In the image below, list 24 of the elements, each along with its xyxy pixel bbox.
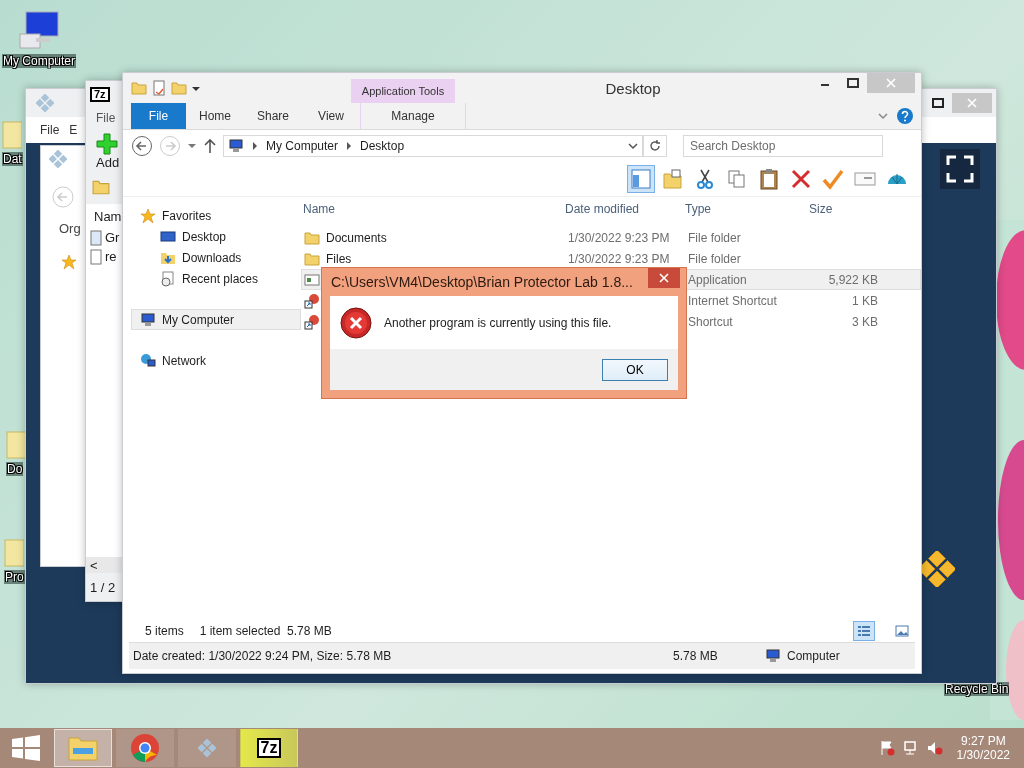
archiver-logo: 7z: [90, 86, 110, 102]
item-count: 5 items: [145, 624, 184, 638]
file-type: Internet Shortcut: [688, 293, 777, 308]
file-name: Files: [326, 251, 352, 266]
dialog-message: Another program is currently using this file.: [384, 315, 612, 330]
context-tab-group: Application Tools: [351, 79, 455, 103]
details-text: Date created: 1/30/2022 9:24 PM, Size: 5.78 MB: [132, 649, 393, 663]
file-type: File folder: [688, 251, 741, 266]
archiver-logo: 7z: [256, 738, 282, 758]
file-size: 3 KB: [852, 314, 878, 329]
file-date: 1/30/2022 9:23 PM: [568, 230, 670, 245]
file-name: Documents: [326, 230, 387, 245]
status-text: 1 / 2: [90, 579, 116, 595]
selection-info: 1 item selected 5.78 MB: [199, 624, 332, 638]
file-date: 1/30/2022 9:23 PM: [568, 251, 670, 266]
file-type: File folder: [688, 230, 741, 245]
file-size: 5,922 KB: [828, 272, 878, 287]
details-size: 5.78 MB: [673, 649, 719, 663]
location-text: Computer: [787, 649, 840, 663]
dialog-title: C:\Users\VM4\Desktop\Brian Protector Lab 1.8...: [330, 273, 634, 290]
window-title: Desktop: [605, 79, 661, 97]
file-type: Shortcut: [688, 314, 733, 329]
file-type: Application: [688, 272, 747, 287]
file-size: 1 KB: [852, 293, 878, 308]
